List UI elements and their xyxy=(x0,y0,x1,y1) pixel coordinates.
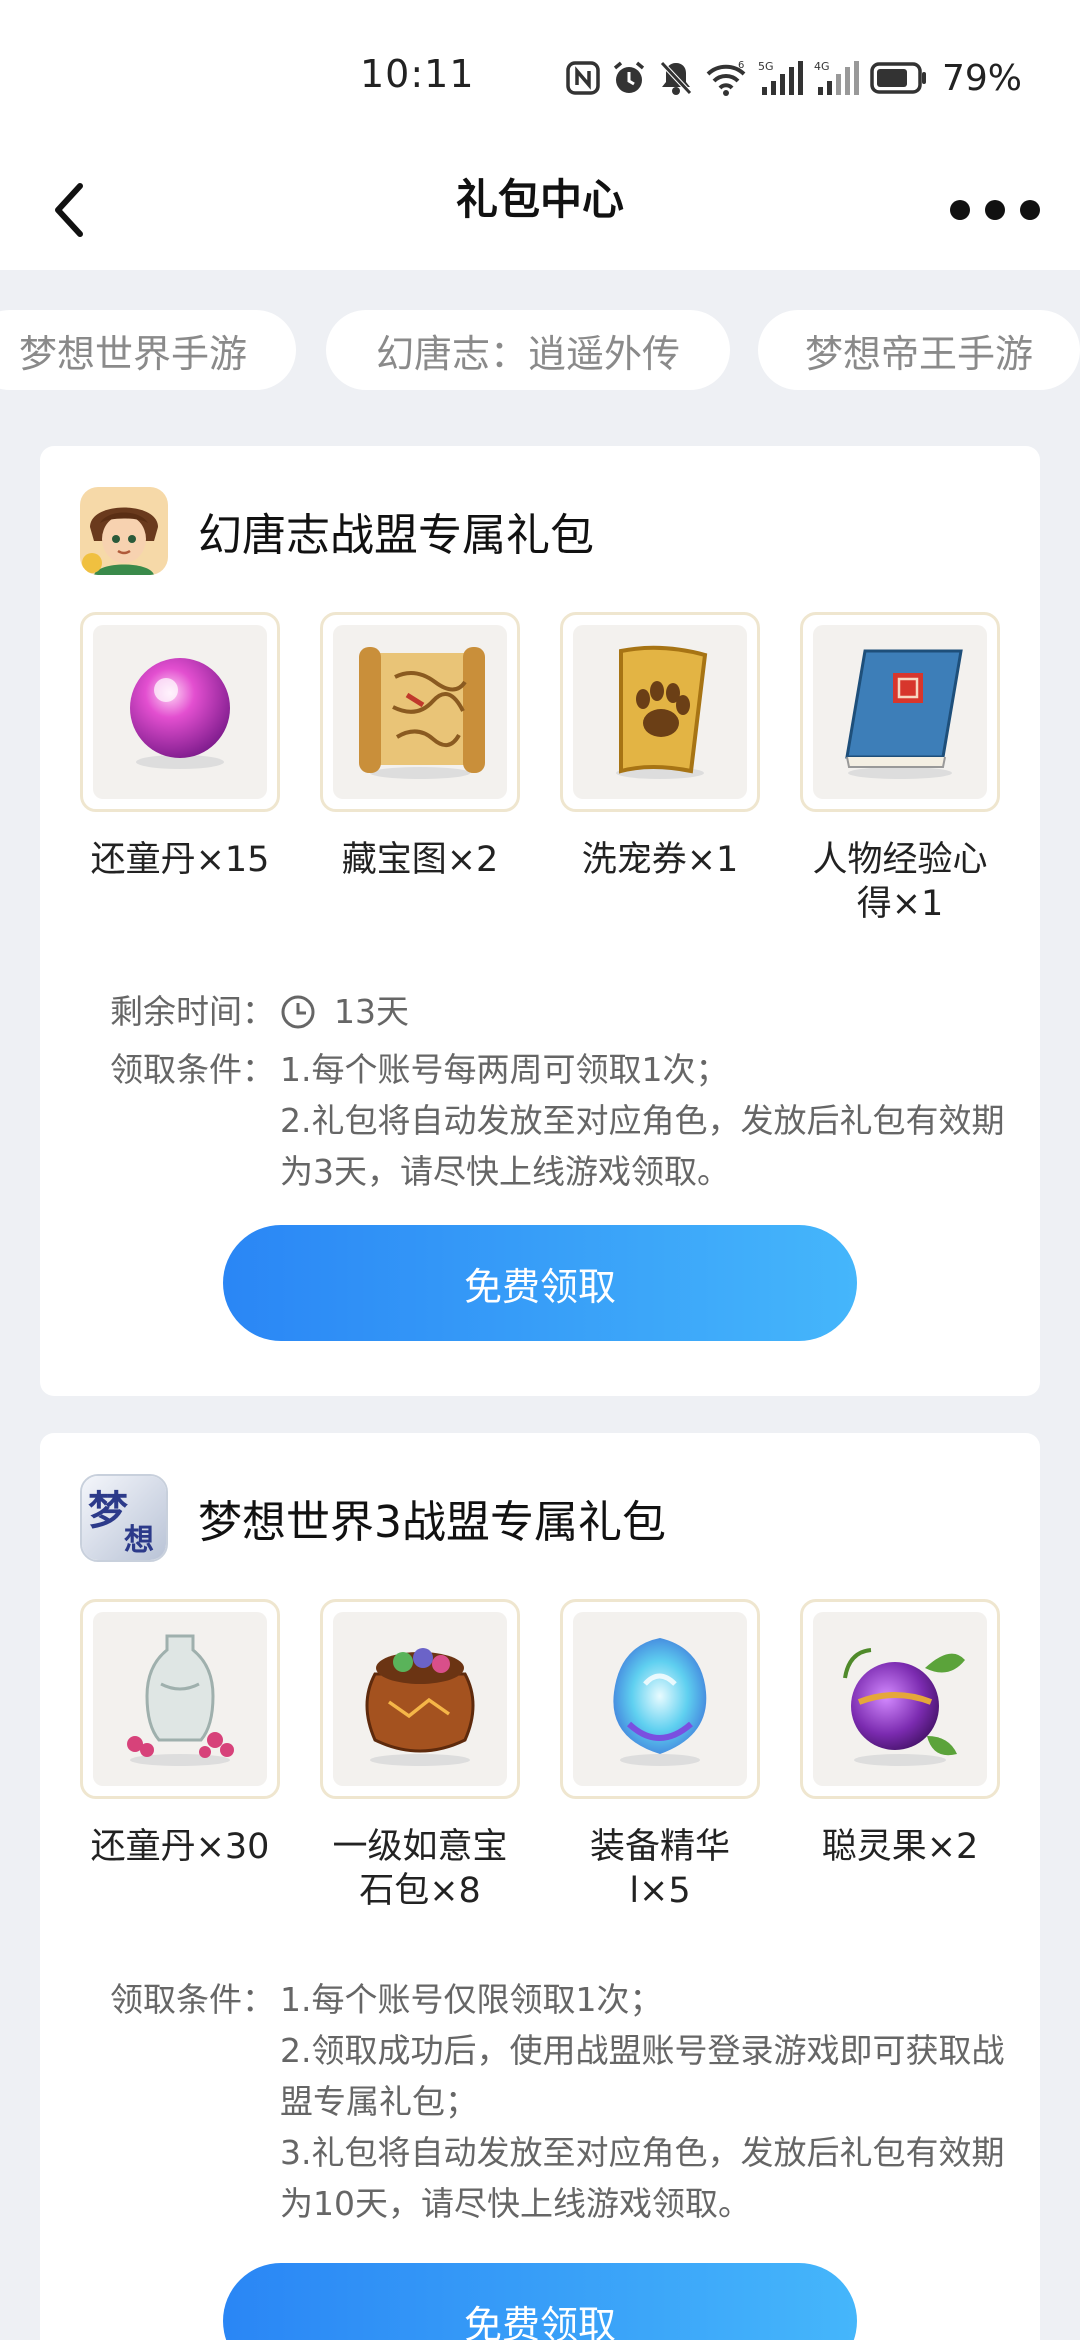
item-label: 装备精华 l×5 xyxy=(589,1827,730,1911)
gift-item: 洗宠券×1 xyxy=(560,612,760,926)
vase-icon xyxy=(127,1634,234,1766)
condition-line: 1.每个账号仅限领取1次； xyxy=(280,1980,663,2019)
conditions-label: 领取条件： xyxy=(110,1049,275,1089)
signal-5g-icon: 5G xyxy=(758,59,804,97)
item-label: 人物经验心 得×1 xyxy=(812,840,988,924)
gem-bag-icon xyxy=(365,1648,475,1766)
gift-item: 藏宝图×2 xyxy=(320,612,520,926)
nav-bar: 礼包中心 xyxy=(0,150,1080,270)
gift-item: 一级如意宝 石包×8 xyxy=(320,1599,520,1913)
gift-items: 还童丹×30 一级如意宝 石包×8 装备精华 l×5 聪灵果×2 xyxy=(80,1599,1000,1913)
purple-fruit-icon xyxy=(843,1648,965,1766)
condition-line: 1.每个账号每两周可领取1次； xyxy=(280,1049,729,1089)
claim-button[interactable]: 免费领取 xyxy=(223,2263,857,2340)
gift-item: 装备精华 l×5 xyxy=(560,1599,760,1913)
mute-bell-icon xyxy=(658,59,694,97)
battery-percent: 79% xyxy=(942,57,1023,99)
svg-text:想: 想 xyxy=(124,1523,154,1558)
game-logo-icon: 梦 想 xyxy=(80,1474,168,1562)
remaining-time-value: 13天 xyxy=(334,992,409,1031)
tab-game-1[interactable]: 梦想世界手游 xyxy=(0,310,296,390)
gift-item: 还童丹×15 xyxy=(80,612,280,926)
nfc-icon xyxy=(566,61,600,95)
gift-card-header: 梦 想 梦想世界3战盟专属礼包 xyxy=(80,1473,666,1563)
more-dots-icon xyxy=(950,200,970,220)
back-button[interactable] xyxy=(40,170,120,250)
page: 10:11 6 5G 4G 79% 礼包中心 梦想世界手游 幻唐志：逍遥外传 梦… xyxy=(0,0,1080,2340)
claim-button[interactable]: 免费领取 xyxy=(223,1225,857,1341)
condition-line: 3.礼包将自动发放至对应角色，发放后礼包有效期为10天，请尽快上线游戏领取。 xyxy=(280,2133,1005,2223)
svg-text:4G: 4G xyxy=(814,60,830,73)
condition-line: 2.礼包将自动发放至对应角色，发放后礼包有效期为3天，请尽快上线游戏领取。 xyxy=(280,1100,1005,1191)
status-icons: 6 5G 4G 79% xyxy=(566,56,1022,100)
signal-4g-icon: 4G xyxy=(814,59,860,97)
status-time: 10:11 xyxy=(360,52,475,96)
blue-book-icon xyxy=(845,649,963,779)
item-label: 还童丹×30 xyxy=(90,1827,270,1867)
gift-card-header: 幻唐志战盟专属礼包 xyxy=(80,486,594,576)
blue-essence-icon xyxy=(613,1638,707,1766)
gift-info: 剩余时间： 13天 领取条件： 1.每个账号每两周可领取1次； 2.礼包将自动发… xyxy=(110,986,1010,1197)
gift-items: 还童丹×15 藏宝图×2 洗宠券×1 人物经验心 得×1 xyxy=(80,612,1000,926)
page-title: 礼包中心 xyxy=(455,175,624,224)
gift-item: 还童丹×30 xyxy=(80,1599,280,1913)
more-options-button[interactable] xyxy=(950,180,1040,240)
conditions-label: 领取条件： xyxy=(110,1980,275,2019)
item-label: 一级如意宝 石包×8 xyxy=(332,1827,508,1911)
wifi-icon: 6 xyxy=(704,59,748,97)
game-avatar-icon xyxy=(80,487,168,575)
battery-icon xyxy=(870,61,928,95)
gift-item: 人物经验心 得×1 xyxy=(800,612,1000,926)
tab-game-3[interactable]: 梦想帝王手游 xyxy=(758,310,1080,390)
gift-card: 幻唐志战盟专属礼包 还童丹×15 藏宝图×2 洗宠券×1 人物经验心 得×1 剩… xyxy=(40,446,1040,1396)
remaining-time-label: 剩余时间： xyxy=(110,992,275,1031)
item-label: 还童丹×15 xyxy=(90,840,270,880)
clock-icon xyxy=(281,995,315,1028)
gift-card: 梦 想 梦想世界3战盟专属礼包 还童丹×30 一级如意宝 石包×8 装备精华 l… xyxy=(40,1433,1040,2340)
treasure-map-icon xyxy=(359,647,485,779)
alarm-icon xyxy=(610,59,648,97)
item-label: 藏宝图×2 xyxy=(341,840,499,880)
svg-text:6: 6 xyxy=(738,60,744,71)
tab-game-2[interactable]: 幻唐志：逍遥外传 xyxy=(326,310,730,390)
status-bar: 10:11 6 5G 4G 79% xyxy=(0,0,1080,150)
game-tabs: 梦想世界手游 幻唐志：逍遥外传 梦想帝王手游 xyxy=(0,270,1080,420)
item-label: 聪灵果×2 xyxy=(821,1827,979,1867)
svg-text:5G: 5G xyxy=(758,60,774,73)
item-label: 洗宠券×1 xyxy=(581,840,739,880)
gift-title: 幻唐志战盟专属礼包 xyxy=(198,510,594,561)
pink-orb-icon xyxy=(130,658,230,769)
condition-line: 2.领取成功后，使用战盟账号登录游戏即可获取战盟专属礼包； xyxy=(280,2031,1005,2121)
paw-scroll-icon xyxy=(616,645,708,779)
chevron-left-icon xyxy=(55,183,83,237)
gift-info: 领取条件： 1.每个账号仅限领取1次； 2.领取成功后，使用战盟账号登录游戏即可… xyxy=(110,1974,1010,2229)
gift-title: 梦想世界3战盟专属礼包 xyxy=(198,1497,666,1548)
gift-item: 聪灵果×2 xyxy=(800,1599,1000,1913)
svg-text:梦: 梦 xyxy=(88,1487,128,1534)
